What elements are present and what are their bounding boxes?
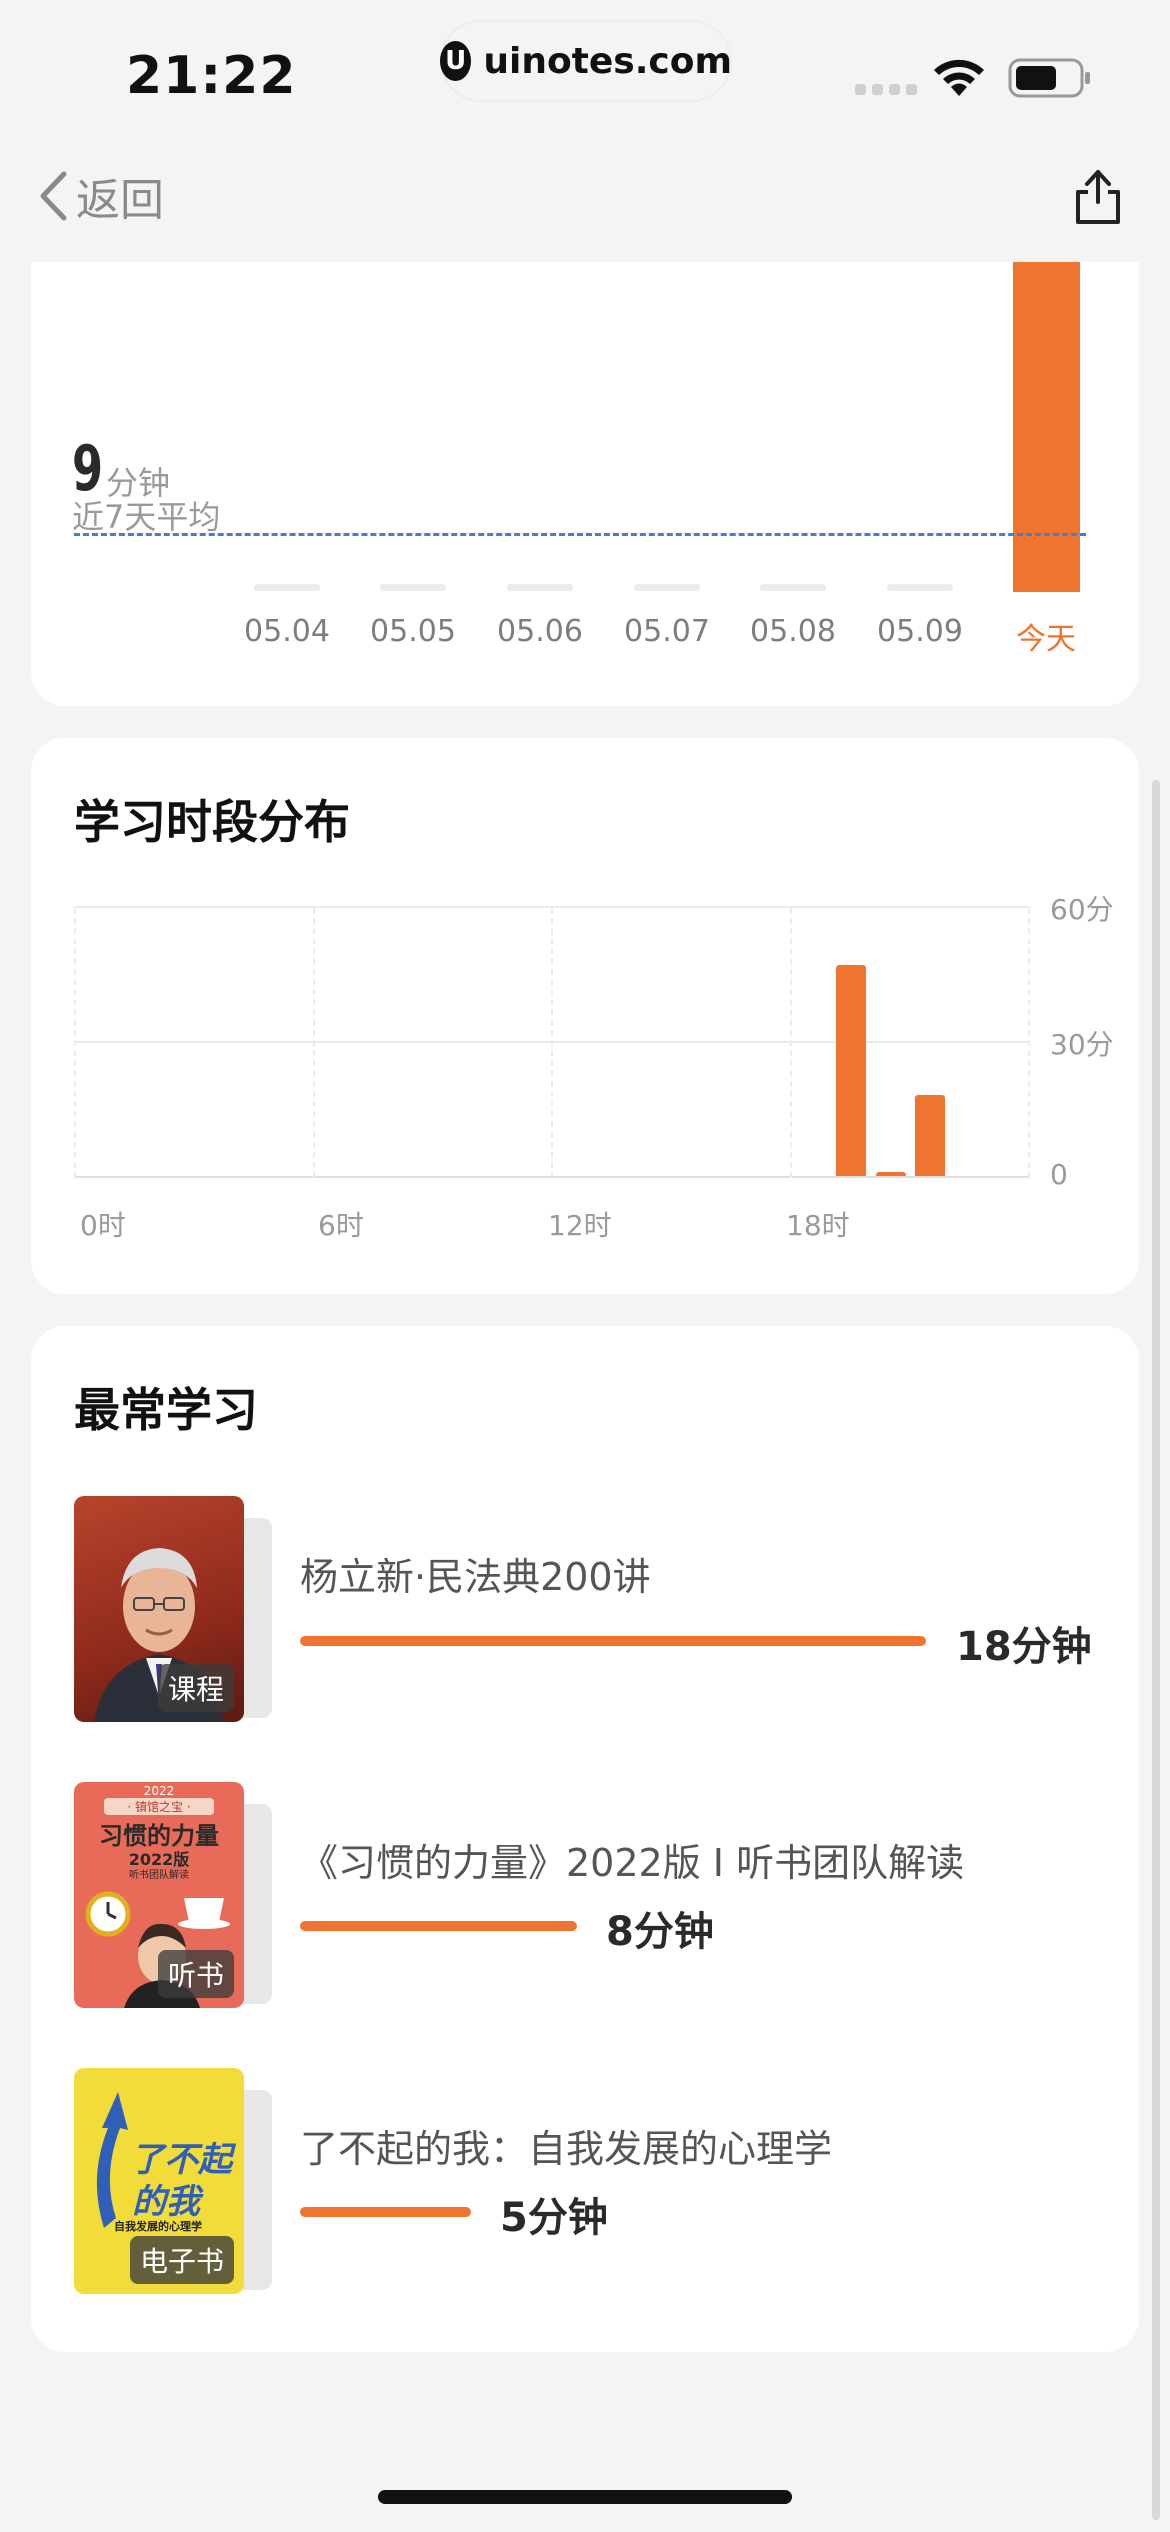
chevron-left-icon <box>40 171 67 221</box>
duration-label: 18分钟 <box>956 1624 1092 1670</box>
back-label: 返回 <box>76 175 164 226</box>
y-tick-label: 0 <box>1050 1158 1068 1191</box>
list-item-cover[interactable]: 2022 · 镇馆之宝 · 习惯的力量 2022版 听书团队解读 听书 <box>74 1782 274 2008</box>
cover-tag: 电子书 <box>129 2236 234 2284</box>
x-tick-label: 18时 <box>786 1209 850 1242</box>
bar-day-6 <box>887 584 953 591</box>
list-item-cover[interactable]: 了不起 的我 自我发展的心理学 电子书 <box>74 2068 274 2294</box>
day-label: 05.04 <box>244 614 330 649</box>
duration-label: 8分钟 <box>606 1909 714 1955</box>
frequent-title: 最常学习 <box>74 1383 258 1437</box>
status-time: 21:22 <box>126 46 297 106</box>
grid-line <box>551 908 553 1178</box>
x-tick-label: 12时 <box>548 1209 612 1242</box>
average-line <box>74 533 1086 536</box>
progress-bar <box>300 1921 577 1931</box>
day-label: 05.08 <box>750 614 836 649</box>
item-title[interactable]: 《习惯的力量》2022版 I 听书团队解读 <box>300 1832 964 1887</box>
hour-bar <box>915 1095 946 1176</box>
bar-day-3 <box>507 584 573 591</box>
avg-caption: 近7天平均 <box>72 498 221 536</box>
bar-day-1 <box>254 584 320 591</box>
bar-day-4 <box>634 584 700 591</box>
scrollbar[interactable] <box>1152 780 1160 2520</box>
battery-icon <box>1008 58 1090 98</box>
cover-tag: 听书 <box>157 1950 234 1998</box>
bar-day-5 <box>760 584 826 591</box>
day-label: 05.09 <box>877 614 963 649</box>
wifi-icon <box>934 59 984 96</box>
day-label: 05.05 <box>370 614 456 649</box>
duration-label: 5分钟 <box>500 2195 608 2241</box>
x-tick-label: 6时 <box>318 1209 364 1242</box>
grid-line <box>313 908 315 1178</box>
bar-day-2 <box>380 584 446 591</box>
progress-bar <box>300 2207 471 2217</box>
cover-name-line2: 的我 <box>132 2182 200 2222</box>
grid-line <box>1028 908 1030 1178</box>
progress-bar <box>300 1636 926 1646</box>
grid-line <box>74 908 76 1178</box>
back-button[interactable]: 返回 <box>38 164 164 228</box>
y-tick-label: 30分 <box>1050 1028 1114 1061</box>
ebook-cover: 了不起 的我 自我发展的心理学 电子书 <box>74 2068 244 2294</box>
day-label-today: 今天 <box>1016 622 1076 657</box>
list-item-cover[interactable]: 课程 <box>74 1496 274 1722</box>
y-tick-label: 60分 <box>1050 893 1114 926</box>
cover-series: · 镇馆之宝 · <box>104 1798 214 1815</box>
site-text: uinotes.com <box>483 40 732 82</box>
home-indicator[interactable] <box>378 2490 792 2504</box>
day-label: 05.06 <box>497 614 583 649</box>
share-icon[interactable] <box>1072 166 1124 226</box>
item-title[interactable]: 了不起的我：自我发展的心理学 <box>300 2118 832 2173</box>
day-label: 05.07 <box>624 614 710 649</box>
distribution-title: 学习时段分布 <box>74 795 350 849</box>
audiobook-cover: 2022 · 镇馆之宝 · 习惯的力量 2022版 听书团队解读 听书 <box>74 1782 244 2008</box>
hour-bar <box>835 964 866 1176</box>
x-tick-label: 0时 <box>80 1209 126 1242</box>
hour-bar <box>875 1171 906 1176</box>
cellular-signal-icon <box>855 84 917 96</box>
item-title[interactable]: 杨立新·民法典200讲 <box>300 1546 651 1601</box>
site-badge: U uinotes.com <box>440 20 732 102</box>
grid-line <box>790 908 792 1178</box>
cover-tag: 课程 <box>157 1664 234 1712</box>
cover-subtitle: 自我发展的心理学 <box>114 2220 202 2233</box>
cover-year: 2022 <box>143 1784 175 1798</box>
site-logo-icon: U <box>440 41 472 81</box>
course-cover: 课程 <box>74 1496 244 1722</box>
bar-today <box>1013 262 1080 592</box>
